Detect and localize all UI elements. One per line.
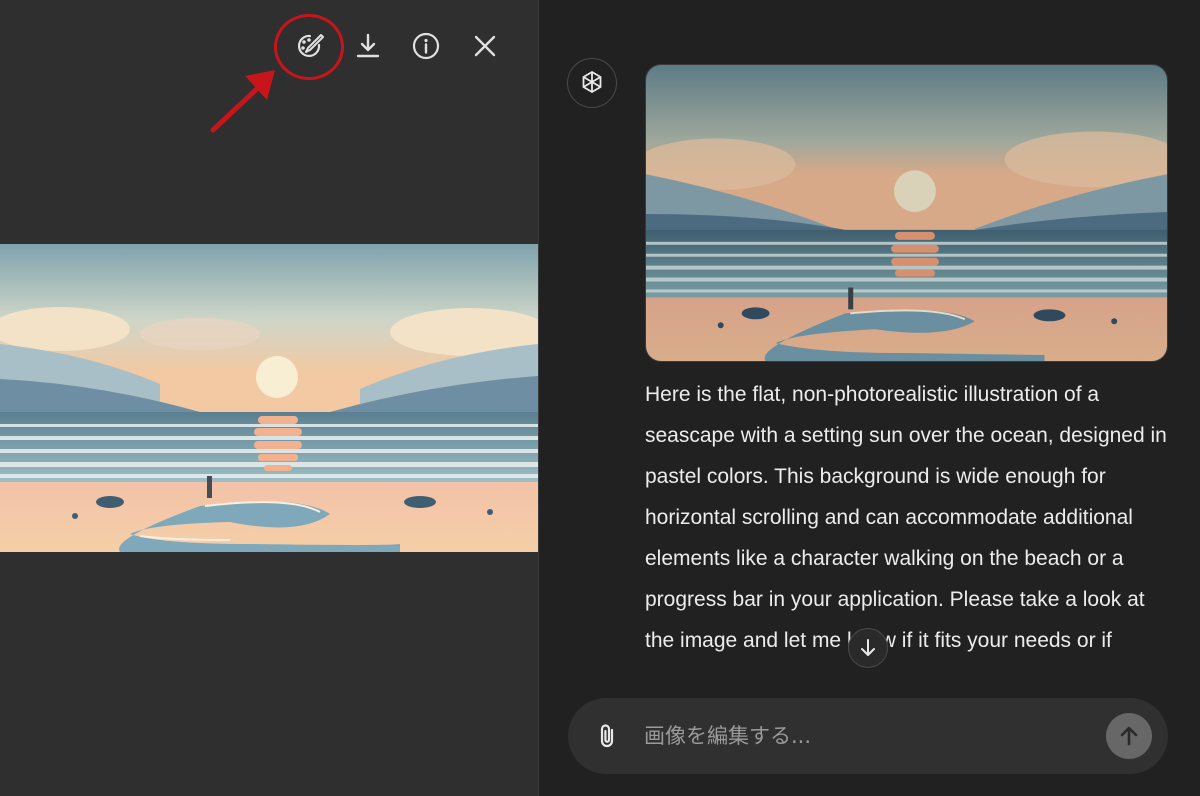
close-button[interactable]: [463, 24, 507, 68]
info-icon: [412, 32, 440, 60]
openai-logo-icon: [582, 70, 602, 94]
close-icon: [474, 35, 496, 57]
viewer-toolbar: [280, 24, 510, 68]
assistant-avatar: [567, 58, 617, 108]
scroll-to-bottom-button[interactable]: [848, 628, 888, 668]
seascape-image-large: [0, 244, 538, 552]
assistant-message: Here is the flat, non-photorealistic ill…: [645, 383, 1167, 652]
arrow-up-icon: [1120, 726, 1138, 746]
message-composer: [568, 698, 1168, 774]
chat-panel: Here is the flat, non-photorealistic ill…: [539, 0, 1200, 796]
annotation-arrow-icon: [210, 70, 275, 133]
seascape-image-thumbnail[interactable]: [645, 64, 1168, 362]
edit-image-input[interactable]: [644, 716, 1064, 756]
send-button[interactable]: [1106, 713, 1152, 759]
paperclip-icon: [600, 724, 614, 748]
image-viewer: [0, 0, 538, 796]
arrow-down-icon: [861, 639, 875, 656]
attach-button[interactable]: [590, 718, 626, 754]
download-button[interactable]: [346, 24, 390, 68]
edit-brush-icon: [298, 34, 324, 57]
download-icon: [356, 33, 380, 58]
info-button[interactable]: [404, 24, 448, 68]
edit-image-button[interactable]: [287, 24, 331, 68]
